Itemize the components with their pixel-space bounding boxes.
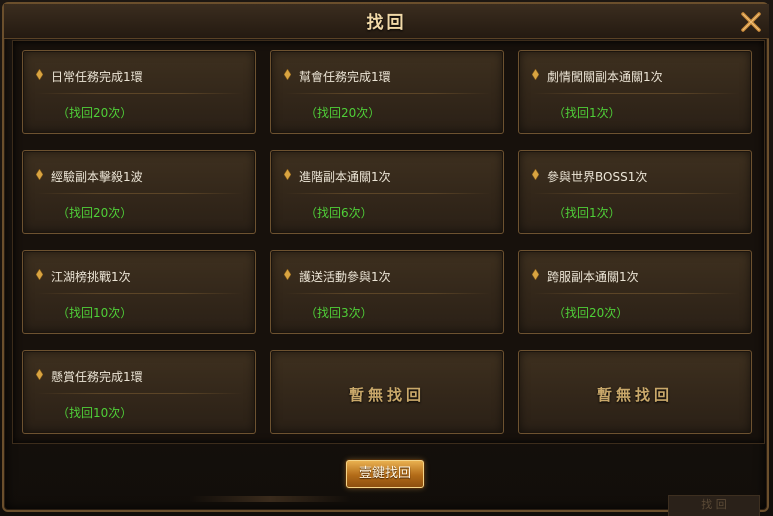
- window-title: 找回: [366, 13, 407, 33]
- slot-retrieve-count: （找回10次）: [57, 306, 133, 320]
- gold-diamond-bullet-icon: [284, 269, 291, 280]
- slot-task-title: 劇情闖關副本通關1次: [547, 70, 663, 84]
- retrieve-slot[interactable]: 經驗副本擊殺1波 （找回20次）: [22, 150, 256, 234]
- retrieve-slot[interactable]: 江湖榜挑戰1次 （找回10次）: [22, 250, 256, 334]
- gold-diamond-bullet-icon: [36, 369, 43, 380]
- retrieve-slot[interactable]: 懸賞任務完成1環 （找回10次）: [22, 350, 256, 434]
- slot-divider: [285, 293, 491, 294]
- slot-task-title: 江湖榜挑戰1次: [51, 270, 131, 284]
- slot-retrieve-count: （找回1次）: [553, 206, 621, 220]
- slot-retrieve-count: （找回1次）: [553, 106, 621, 120]
- one-click-retrieve-button[interactable]: 壹鍵找回: [346, 460, 424, 488]
- slot-retrieve-count: （找回6次）: [305, 206, 373, 220]
- retrieve-slot-empty: 暫無找回: [270, 350, 504, 434]
- retrieve-slot[interactable]: 日常任務完成1環 （找回20次）: [22, 50, 256, 134]
- gold-diamond-bullet-icon: [284, 69, 291, 80]
- slot-divider: [37, 93, 243, 94]
- gold-diamond-bullet-icon: [532, 69, 539, 80]
- slot-retrieve-count: （找回20次）: [305, 106, 381, 120]
- slot-task-title: 日常任務完成1環: [51, 70, 143, 84]
- slot-task-title: 進階副本通關1次: [299, 170, 391, 184]
- gold-diamond-bullet-icon: [36, 69, 43, 80]
- gold-diamond-bullet-icon: [532, 269, 539, 280]
- retrieve-slot-empty: 暫無找回: [518, 350, 752, 434]
- slot-divider: [533, 93, 739, 94]
- slot-retrieve-count: （找回3次）: [305, 306, 373, 320]
- slot-task-title: 跨服副本通關1次: [547, 270, 639, 284]
- slot-divider: [533, 193, 739, 194]
- slot-task-title: 護送活動參與1次: [299, 270, 391, 284]
- slot-task-title: 幫會任務完成1環: [299, 70, 391, 84]
- slot-divider: [37, 293, 243, 294]
- retrieve-window: 找回 日常任務完成1環 （找回20次） 幫會任務完成1環 （找回20次） 劇情闖關副…: [0, 0, 773, 516]
- retrieve-slot[interactable]: 進階副本通關1次 （找回6次）: [270, 150, 504, 234]
- retrieve-slot[interactable]: 護送活動參與1次 （找回3次）: [270, 250, 504, 334]
- retrieve-slot[interactable]: 劇情闖關副本通關1次 （找回1次）: [518, 50, 752, 134]
- retrieve-slot[interactable]: 參與世界BOSS1次 （找回1次）: [518, 150, 752, 234]
- slot-retrieve-count: （找回20次）: [57, 206, 133, 220]
- close-icon: [741, 12, 761, 32]
- gold-diamond-bullet-icon: [36, 269, 43, 280]
- footer-ornament: [190, 496, 350, 502]
- gold-diamond-bullet-icon: [284, 169, 291, 180]
- slot-retrieve-count: （找回10次）: [57, 406, 133, 420]
- slot-divider: [37, 393, 243, 394]
- footer-retrieve-tab[interactable]: 找 回: [668, 495, 760, 516]
- retrieve-slot[interactable]: 幫會任務完成1環 （找回20次）: [270, 50, 504, 134]
- retrieve-slot[interactable]: 跨服副本通關1次 （找回20次）: [518, 250, 752, 334]
- slot-retrieve-count: （找回20次）: [57, 106, 133, 120]
- gold-diamond-bullet-icon: [36, 169, 43, 180]
- gold-diamond-bullet-icon: [532, 169, 539, 180]
- slot-divider: [285, 93, 491, 94]
- slot-divider: [37, 193, 243, 194]
- slot-divider: [285, 193, 491, 194]
- slot-task-title: 懸賞任務完成1環: [51, 370, 143, 384]
- slot-task-title: 參與世界BOSS1次: [547, 170, 648, 184]
- slot-task-title: 經驗副本擊殺1波: [51, 170, 143, 184]
- no-retrieve-label: 暫無找回: [596, 386, 673, 404]
- close-button[interactable]: [737, 8, 765, 36]
- slot-retrieve-count: （找回20次）: [553, 306, 629, 320]
- no-retrieve-label: 暫無找回: [348, 386, 425, 404]
- slot-divider: [533, 293, 739, 294]
